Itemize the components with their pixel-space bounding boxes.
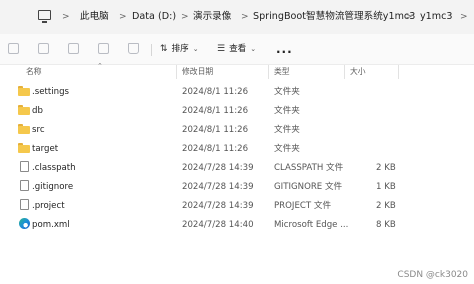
column-header: ⌃ 名称 修改日期 类型 大小 (0, 62, 474, 80)
file-modified: 2024/7/28 14:39 (182, 201, 254, 211)
breadcrumb-separator-icon: > (119, 12, 127, 22)
column-divider[interactable] (344, 65, 345, 79)
column-modified-header[interactable]: 修改日期 (182, 66, 213, 77)
copy-icon[interactable] (38, 43, 49, 54)
file-type: 文件夹 (274, 125, 300, 135)
column-type-header[interactable]: 类型 (274, 66, 290, 77)
file-name: pom.xml (32, 220, 70, 230)
file-name: .classpath (32, 163, 76, 173)
file-size: 1 KB (376, 182, 396, 192)
breadcrumb-separator-icon: > (181, 12, 189, 22)
file-name: src (32, 125, 45, 135)
toolbar-divider (151, 44, 152, 56)
view-label: 查看 (229, 44, 247, 54)
column-name-header[interactable]: 名称 (26, 66, 42, 77)
file-modified: 2024/8/1 11:26 (182, 87, 249, 97)
file-modified: 2024/7/28 14:40 (182, 220, 254, 230)
breadcrumb-separator-icon: > (460, 12, 468, 22)
file-name: .project (32, 201, 65, 211)
breadcrumb-item-this-pc[interactable]: 此电脑 (80, 10, 109, 24)
file-modified: 2024/7/28 14:39 (182, 182, 254, 192)
file-modified: 2024/8/1 11:26 (182, 144, 249, 154)
folder-icon (18, 124, 30, 134)
file-modified: 2024/7/28 14:39 (182, 163, 254, 173)
folder-icon (18, 86, 30, 96)
file-icon (20, 180, 29, 191)
breadcrumb-separator-icon: > (241, 12, 249, 22)
sort-button[interactable]: ⇅ 排序 ⌄ (160, 42, 199, 56)
command-toolbar: ⇅ 排序 ⌄ ☰ 查看 ⌄ ... (0, 34, 474, 65)
file-modified: 2024/8/1 11:26 (182, 125, 249, 135)
view-icon: ☰ (217, 44, 226, 54)
file-type: CLASSPATH 文件 (274, 163, 344, 173)
file-icon (20, 161, 29, 172)
breadcrumb-separator-icon: > (405, 12, 413, 22)
folder-icon (18, 105, 30, 115)
delete-icon[interactable] (128, 43, 139, 54)
breadcrumb-item-project[interactable]: SpringBoot智慧物流管理系统y1mc3 (253, 10, 415, 24)
address-bar: > 此电脑 > Data (D:) > 演示录像 > SpringBoot智慧物… (0, 0, 474, 34)
more-options-button[interactable]: ... (276, 42, 293, 56)
edge-icon (19, 218, 30, 229)
cut-icon[interactable] (8, 43, 19, 54)
file-type: Microsoft Edge ... (274, 220, 349, 230)
file-name: db (32, 106, 43, 116)
paste-icon[interactable] (68, 43, 79, 54)
watermark: CSDN @ck3020 (397, 270, 468, 280)
share-icon[interactable] (98, 43, 109, 54)
column-divider[interactable] (176, 65, 177, 79)
sort-label: 排序 (171, 44, 189, 54)
file-size: 2 KB (376, 201, 396, 211)
folder-icon (18, 143, 30, 153)
this-pc-icon[interactable] (38, 10, 51, 23)
breadcrumb-item-folder[interactable]: 演示录像 (193, 10, 231, 24)
breadcrumb-item-current[interactable]: y1mc3 (420, 10, 453, 24)
list-item[interactable]: .settings 2024/8/1 11:26 文件夹 (0, 83, 474, 101)
file-type: PROJECT 文件 (274, 201, 332, 211)
column-divider[interactable] (398, 65, 399, 79)
sort-caret-icon: ⌃ (97, 62, 103, 70)
file-modified: 2024/8/1 11:26 (182, 106, 249, 116)
file-icon (20, 199, 29, 210)
column-divider[interactable] (268, 65, 269, 79)
column-size-header[interactable]: 大小 (350, 66, 366, 77)
sort-icon: ⇅ (160, 44, 168, 54)
chevron-down-icon: ⌄ (250, 45, 257, 53)
file-size: 8 KB (376, 220, 396, 230)
view-button[interactable]: ☰ 查看 ⌄ (217, 42, 256, 56)
list-item[interactable]: .classpath 2024/7/28 14:39 CLASSPATH 文件 … (0, 159, 474, 177)
file-name: .settings (32, 87, 70, 97)
file-type: GITIGNORE 文件 (274, 182, 343, 192)
breadcrumb-separator-icon: > (62, 12, 70, 22)
list-item[interactable]: src 2024/8/1 11:26 文件夹 (0, 121, 474, 139)
list-item[interactable]: .project 2024/7/28 14:39 PROJECT 文件 2 KB (0, 197, 474, 215)
file-name: .gitignore (32, 182, 74, 192)
file-size: 2 KB (376, 163, 396, 173)
breadcrumb-item-drive[interactable]: Data (D:) (132, 10, 176, 24)
list-item[interactable]: target 2024/8/1 11:26 文件夹 (0, 140, 474, 158)
list-item[interactable]: .gitignore 2024/7/28 14:39 GITIGNORE 文件 … (0, 178, 474, 196)
file-type: 文件夹 (274, 87, 300, 97)
file-name: target (32, 144, 59, 154)
list-item[interactable]: db 2024/8/1 11:26 文件夹 (0, 102, 474, 120)
file-type: 文件夹 (274, 144, 300, 154)
file-type: 文件夹 (274, 106, 300, 116)
list-item[interactable]: pom.xml 2024/7/28 14:40 Microsoft Edge .… (0, 216, 474, 234)
chevron-down-icon: ⌄ (192, 45, 199, 53)
